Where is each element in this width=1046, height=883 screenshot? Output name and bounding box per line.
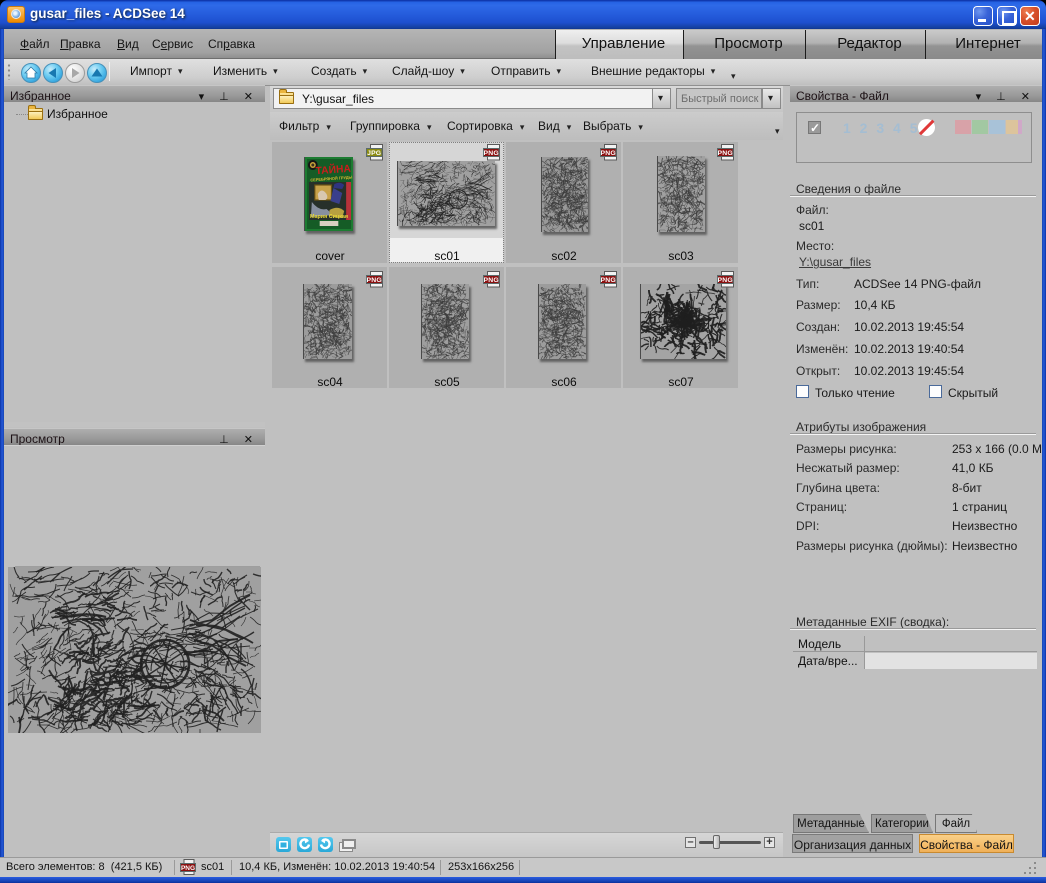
- svg-text:PNG: PNG: [484, 277, 499, 284]
- svg-text:PNG: PNG: [718, 150, 733, 157]
- svg-text:PNG: PNG: [367, 277, 382, 284]
- svg-text:PNG: PNG: [181, 865, 195, 872]
- svg-text:PNG: PNG: [718, 277, 733, 284]
- svg-text:PNG: PNG: [484, 150, 499, 157]
- svg-text:Мария Сицкая: Мария Сицкая: [310, 214, 348, 220]
- svg-text:PNG: PNG: [601, 277, 616, 284]
- svg-text:PNG: PNG: [601, 150, 616, 157]
- svg-text:JPG: JPG: [367, 150, 381, 157]
